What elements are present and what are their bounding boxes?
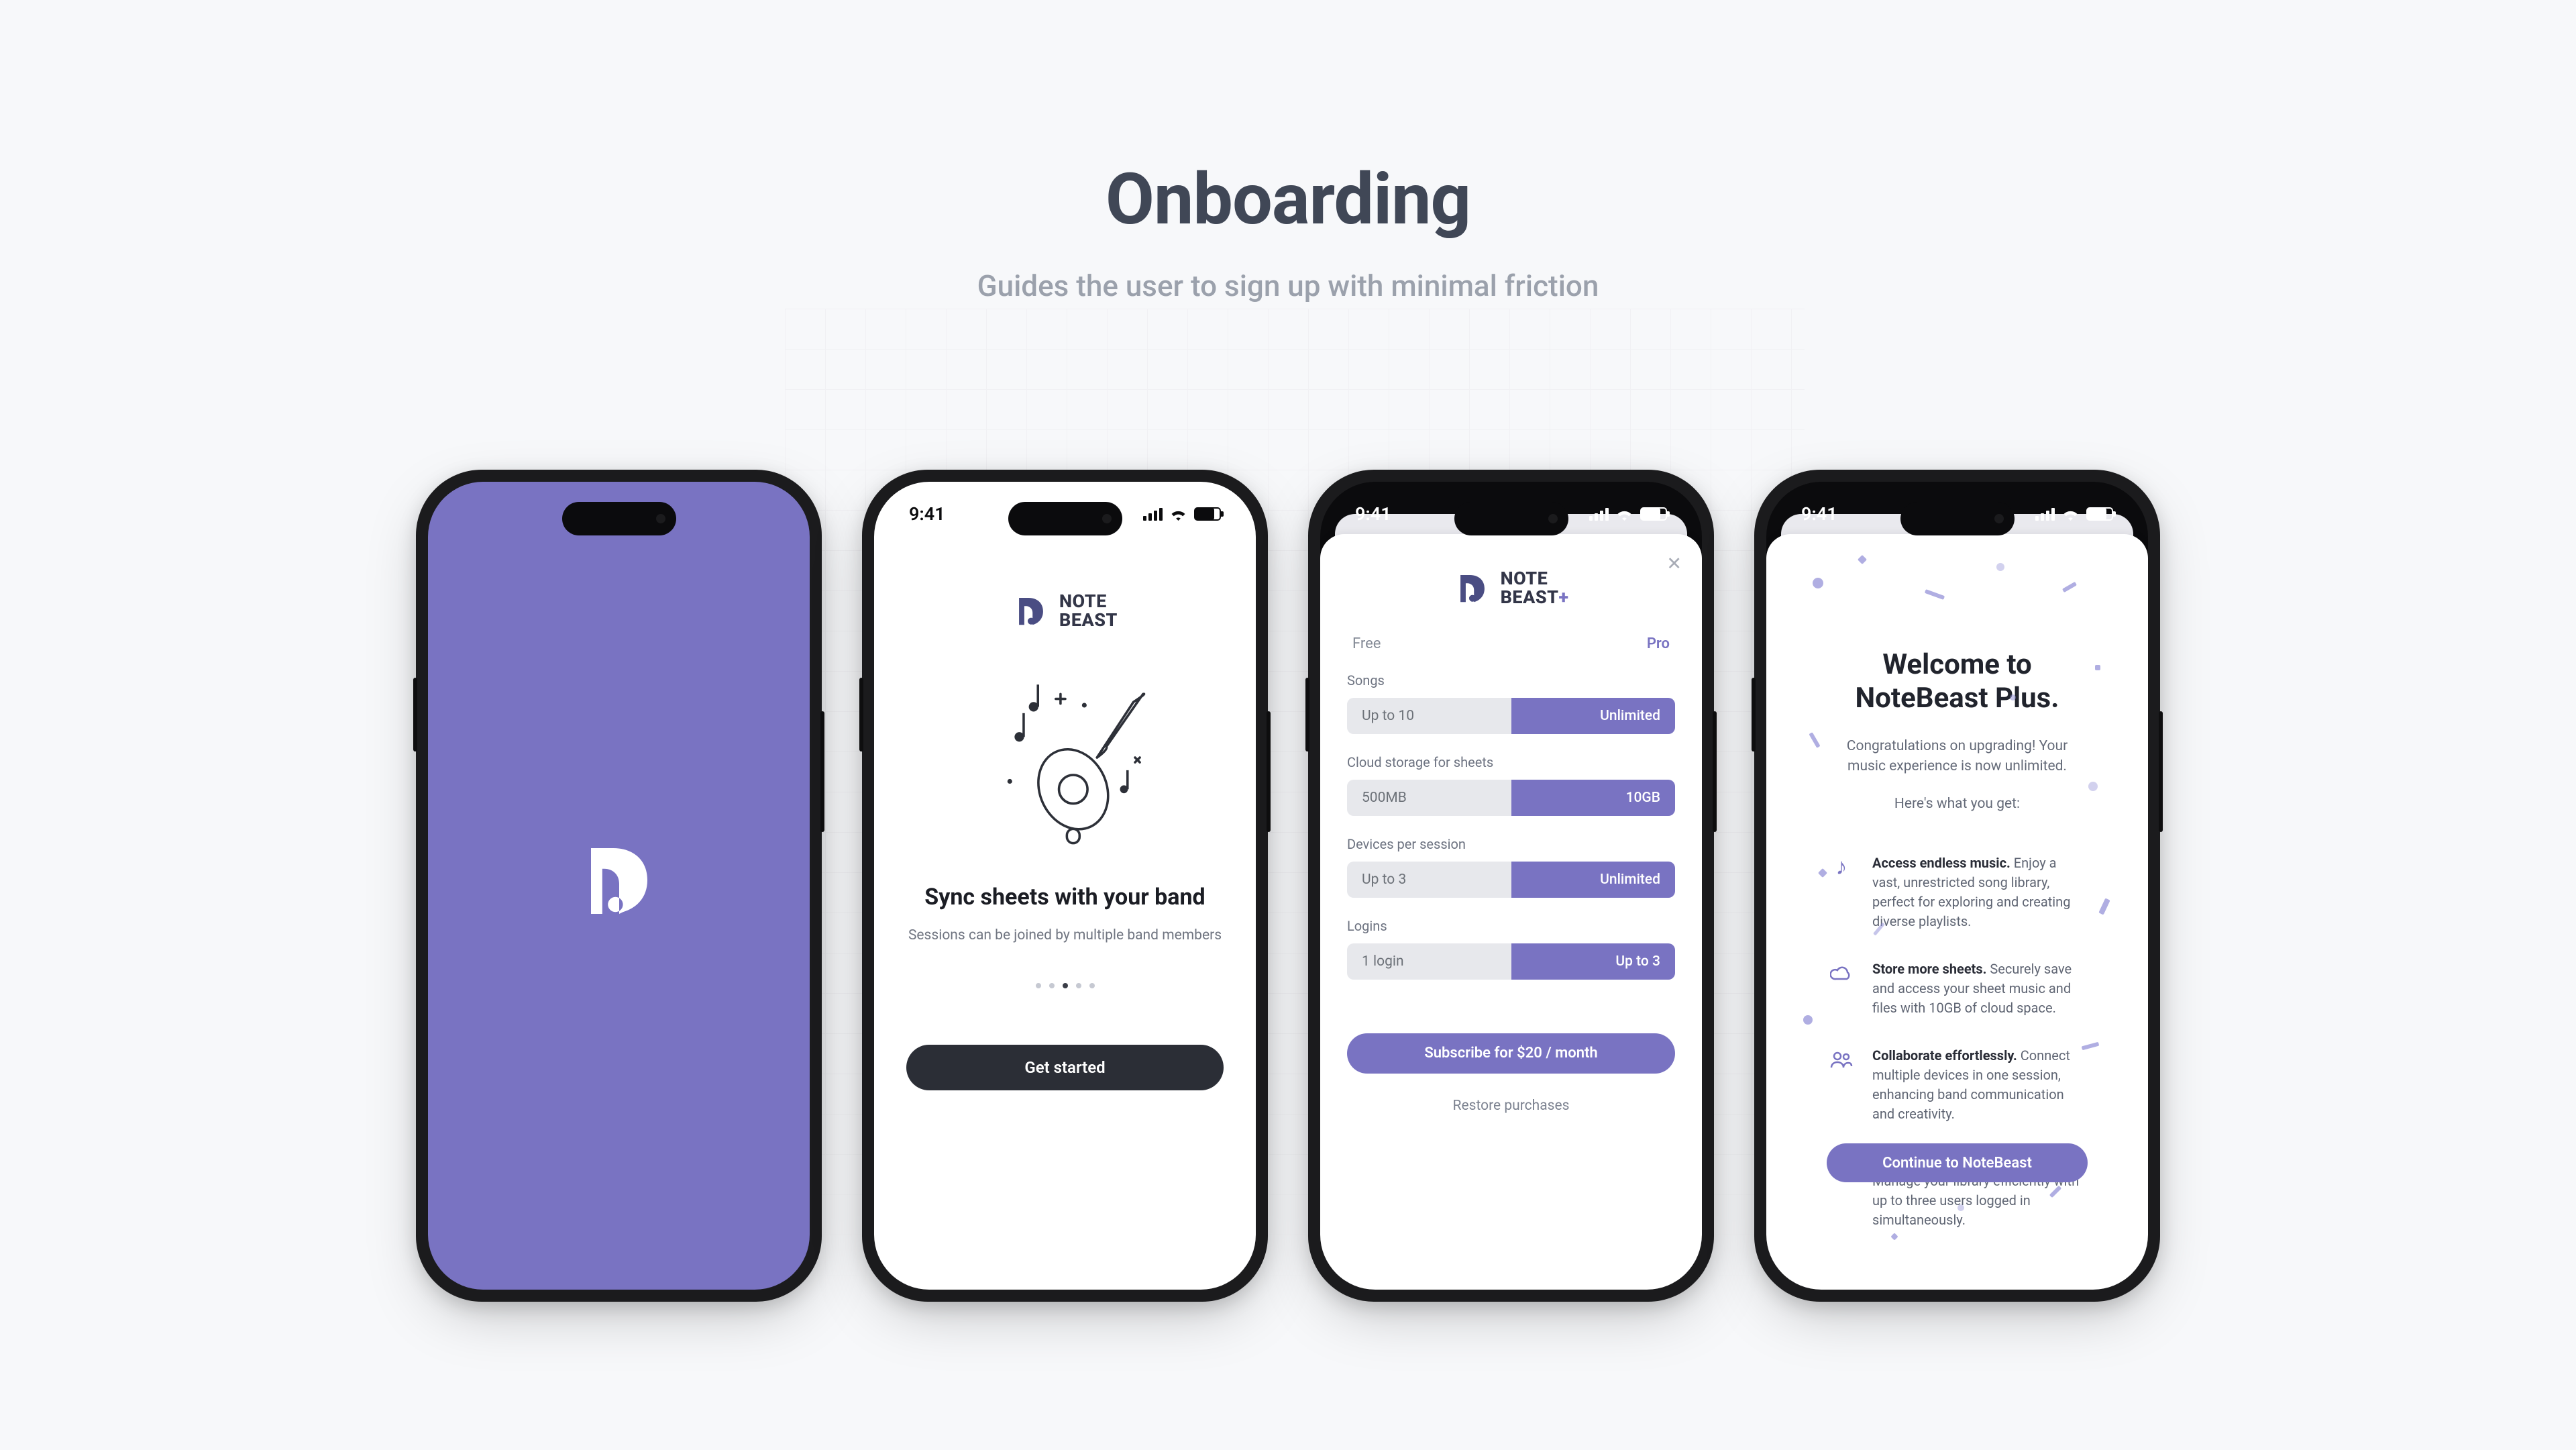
subscribe-button[interactable]: Subscribe for $20 / month [1347,1033,1675,1074]
cellular-icon [1589,507,1609,521]
brand-logo-plus: NOTE BEAST+ [1347,569,1675,607]
row-label: Logins [1347,918,1675,934]
row-free-value: 500MB [1347,780,1511,816]
phone-pricing: 9:41 ✕ NOTE BEAST+ [1308,470,1714,1302]
slide-headline: Sync sheets with your band [906,884,1224,911]
notch [1454,502,1568,535]
restore-purchases-link[interactable]: Restore purchases [1347,1098,1675,1114]
notch [1900,502,2015,535]
phone-welcome: 9:41 [1754,470,2160,1302]
brand-wordmark: NOTEBEAST [1059,592,1118,630]
pricing-sheet: ✕ NOTE BEAST+ Free Pro Songs [1320,534,1702,1290]
battery-icon [1640,507,1667,521]
row-free-value: 1 login [1347,943,1511,980]
page-subtitle: Guides the user to sign up with minimal … [0,266,2576,306]
status-time: 9:41 [1355,503,1391,525]
row-split: Up to 10 Unlimited [1347,698,1675,734]
row-label: Devices per session [1347,836,1675,852]
row-pro-value: Up to 3 [1511,943,1676,980]
music-note-icon: ♪ [1828,853,1855,880]
notebeast-mark-icon [1012,592,1050,629]
continue-button[interactable]: Continue to NoteBeast [1827,1143,2088,1182]
screen-welcome: 9:41 [1766,482,2148,1290]
wifi-icon [1615,507,1633,521]
screen-splash [428,482,810,1290]
feature-item: ♪ Access endless music. Enjoy a vast, un… [1828,853,2086,931]
status-icons [2035,507,2113,521]
brand-wordmark-plus: NOTE BEAST+ [1501,569,1569,607]
notch [562,502,676,535]
cellular-icon [1143,507,1163,521]
phones-row: 9:41 NOTEBEAST [0,470,2576,1302]
status-time: 9:41 [1801,503,1837,525]
row-pro-value: Unlimited [1511,862,1676,898]
row-pro-value: 10GB [1511,780,1676,816]
pricing-rows: Songs Up to 10 Unlimited Cloud storage f… [1347,672,1675,980]
screen-pricing: 9:41 ✕ NOTE BEAST+ [1320,482,1702,1290]
status-time: 9:41 [909,503,945,525]
slide-subtext: Sessions can be joined by multiple band … [906,925,1224,945]
status-icons [1143,507,1221,521]
phone-splash [416,470,822,1302]
wifi-icon [1169,507,1187,521]
cellular-icon [2035,507,2055,521]
row-split: 1 login Up to 3 [1347,943,1675,980]
wifi-icon [2061,507,2080,521]
notebeast-mark-icon [1454,569,1491,607]
page-indicator[interactable] [906,983,1224,988]
close-icon[interactable]: ✕ [1666,553,1682,574]
row-split: 500MB 10GB [1347,780,1675,816]
row-free-value: Up to 3 [1347,862,1511,898]
notebeast-logo-icon [572,831,666,925]
row-free-value: Up to 10 [1347,698,1511,734]
status-icons [1589,507,1667,521]
brand-logo: NOTEBEAST [906,592,1224,630]
screen-onboarding-slide: 9:41 NOTEBEAST [874,482,1256,1290]
tier-toggle[interactable]: Free Pro [1347,635,1675,652]
row-label: Cloud storage for sheets [1347,754,1675,770]
tier-free[interactable]: Free [1352,635,1381,652]
phone-onboarding-slide: 9:41 NOTEBEAST [862,470,1268,1302]
onboarding-illustration [978,670,1152,845]
battery-icon [1194,507,1221,521]
welcome-title: Welcome toNoteBeast Plus. [1827,648,2088,716]
welcome-whats: Here's what you get: [1827,796,2088,812]
row-label: Songs [1347,672,1675,688]
welcome-sheet: Welcome toNoteBeast Plus. Congratulation… [1766,534,2148,1290]
get-started-button[interactable]: Get started [906,1045,1224,1090]
feature-item: Store more sheets. Securely save and acc… [1828,960,2086,1018]
tier-pro[interactable]: Pro [1647,635,1670,652]
page-header: Onboarding Guides the user to sign up wi… [0,158,2576,306]
page-title: Onboarding [0,158,2576,241]
row-split: Up to 3 Unlimited [1347,862,1675,898]
battery-icon [2086,507,2113,521]
cloud-icon [1828,960,1855,986]
people-icon [1828,1046,1855,1073]
welcome-congrats: Congratulations on upgrading! Your music… [1827,736,2088,777]
feature-item: Collaborate effortlessly. Connect multip… [1828,1046,2086,1124]
row-pro-value: Unlimited [1511,698,1676,734]
notch [1008,502,1122,535]
